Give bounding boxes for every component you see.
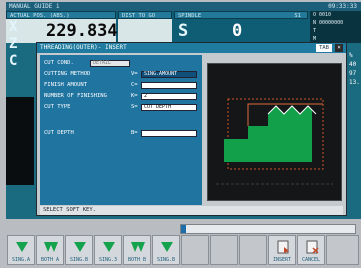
program-line: O 0010 bbox=[313, 12, 332, 18]
window-title-bar: MANUAL GUIDE i 09:33:33 bbox=[6, 2, 361, 11]
insert-button[interactable]: INSERT bbox=[268, 235, 296, 265]
spindle-cell: SPINDLE S1 S 0 bbox=[174, 11, 308, 43]
softkey-3[interactable]: SING.B bbox=[65, 235, 93, 265]
thread-single-icon bbox=[16, 242, 28, 252]
cnc-screen: ACTUAL POS. (ABS.) 229.834 DIST TO GO SP… bbox=[6, 11, 361, 219]
field-cut-cond: CUT COND. DETAIL bbox=[40, 59, 200, 68]
softkey-label: BOTH B bbox=[127, 257, 147, 263]
field-key: C= bbox=[131, 82, 138, 88]
spindle-letter: S bbox=[178, 21, 189, 41]
spindle-value-box: S 0 bbox=[174, 19, 308, 43]
window-title: MANUAL GUIDE i bbox=[9, 3, 60, 10]
softkey-8[interactable] bbox=[210, 235, 238, 265]
dist-header: DIST TO GO bbox=[118, 11, 172, 19]
cut-type-input[interactable]: CUT DEPTH bbox=[141, 104, 197, 111]
finish-amount-input[interactable] bbox=[141, 82, 197, 89]
softkey-4[interactable]: SING.3 bbox=[94, 235, 122, 265]
cut-depth-input[interactable] bbox=[141, 130, 197, 137]
tool-line: T bbox=[313, 28, 317, 34]
position-cell: ACTUAL POS. (ABS.) 229.834 bbox=[6, 11, 118, 43]
field-key: B= bbox=[131, 130, 138, 136]
softkey-next[interactable] bbox=[326, 235, 359, 265]
cut-cond-input[interactable]: DETAIL bbox=[90, 60, 130, 67]
progress-strip bbox=[180, 224, 356, 234]
field-key: V= bbox=[131, 71, 138, 77]
field-label: FINISH AMOUNT bbox=[44, 82, 88, 88]
dialog-title: THREADING(OUTER)- INSERT bbox=[40, 44, 127, 51]
field-key: S= bbox=[131, 104, 138, 110]
field-label: CUT DEPTH bbox=[44, 130, 74, 136]
field-number-of-finishing: NUMBER OF FINISHING K= 2 bbox=[40, 92, 200, 101]
softkey-2[interactable]: BOTH A bbox=[36, 235, 64, 265]
softkey-9[interactable] bbox=[239, 235, 267, 265]
thread-single-icon bbox=[103, 242, 115, 252]
thread-diagram bbox=[216, 98, 333, 185]
softkey-label: SING.3 bbox=[98, 257, 118, 263]
field-finish-amount: FINISH AMOUNT C= bbox=[40, 81, 200, 90]
progress-fill bbox=[181, 225, 187, 233]
softkey-label: BOTH A bbox=[40, 257, 60, 263]
thread-drawing bbox=[207, 63, 342, 201]
left-panel bbox=[6, 97, 34, 185]
softkey-label: SING.B bbox=[156, 257, 176, 263]
number-of-finishing-input[interactable]: 2 bbox=[141, 93, 197, 100]
cancel-icon bbox=[306, 240, 319, 254]
input-form: CUT COND. DETAIL CUTTING METHOD V= SING.… bbox=[40, 55, 202, 205]
field-cut-type: CUT TYPE S= CUT DEPTH bbox=[40, 103, 200, 112]
spindle-value: 0 bbox=[232, 21, 243, 41]
spindle-header: SPINDLE S1 bbox=[174, 11, 308, 19]
softkey-7[interactable] bbox=[181, 235, 209, 265]
thread-single-icon bbox=[161, 242, 173, 252]
cutting-method-input[interactable]: SING.AMOUNT bbox=[141, 71, 197, 78]
readout-3: 97 bbox=[349, 70, 357, 77]
field-cutting-method: CUTTING METHOD V= SING.AMOUNT bbox=[40, 70, 200, 79]
insert-icon bbox=[277, 240, 289, 254]
softkey-bar: SING.A BOTH A SING.B SING.3 BOTH B SING.… bbox=[6, 235, 361, 266]
program-info: O 0010 N 00000000 T M bbox=[310, 11, 361, 43]
cancel-button[interactable]: CANCEL bbox=[297, 235, 325, 265]
softkey-1[interactable]: SING.A bbox=[7, 235, 35, 265]
sequence-line: N 00000000 bbox=[313, 20, 344, 26]
readout-1: % bbox=[349, 52, 353, 59]
dist-cell: DIST TO GO bbox=[118, 11, 172, 43]
readout-4: 13. bbox=[349, 79, 360, 86]
tab-button[interactable]: TAB bbox=[316, 44, 332, 52]
close-icon[interactable]: × bbox=[335, 44, 343, 52]
axis-x: X bbox=[9, 19, 18, 35]
field-cut-depth: CUT DEPTH B= bbox=[40, 129, 200, 138]
field-key: K= bbox=[131, 93, 138, 99]
clock: 09:33:33 bbox=[328, 3, 357, 10]
axis-c: C bbox=[9, 53, 18, 69]
position-value: 229.834 bbox=[6, 19, 118, 43]
field-label: CUTTING METHOD bbox=[44, 71, 91, 77]
threading-dialog: THREADING(OUTER)- INSERT TAB × CUT COND.… bbox=[36, 42, 347, 216]
right-readouts: % 40 97 13. bbox=[349, 51, 361, 201]
dialog-title-bar: THREADING(OUTER)- INSERT TAB × bbox=[37, 43, 346, 53]
readout-2: 40 bbox=[349, 61, 357, 68]
thread-both-icon bbox=[131, 242, 145, 252]
field-label: CUT TYPE bbox=[44, 104, 71, 110]
softkey-label: INSERT bbox=[272, 257, 292, 263]
softkey-6[interactable]: SING.B bbox=[152, 235, 180, 265]
part-shape bbox=[224, 106, 312, 162]
status-message: SELECT SOFT KEY. bbox=[40, 206, 343, 215]
softkey-label: SING.B bbox=[69, 257, 89, 263]
field-label: NUMBER OF FINISHING bbox=[44, 93, 107, 99]
axis-z: Z bbox=[9, 36, 18, 52]
softkey-5[interactable]: BOTH B bbox=[123, 235, 151, 265]
status-bar: ACTUAL POS. (ABS.) 229.834 DIST TO GO SP… bbox=[6, 11, 361, 43]
field-label: CUT COND. bbox=[44, 60, 74, 66]
softkey-label: SING.A bbox=[11, 257, 31, 263]
softkey-label: CANCEL bbox=[301, 257, 321, 263]
thread-both-icon bbox=[44, 242, 58, 252]
thread-single-icon bbox=[74, 242, 86, 252]
dist-value bbox=[118, 19, 172, 43]
position-header: ACTUAL POS. (ABS.) bbox=[6, 11, 116, 19]
